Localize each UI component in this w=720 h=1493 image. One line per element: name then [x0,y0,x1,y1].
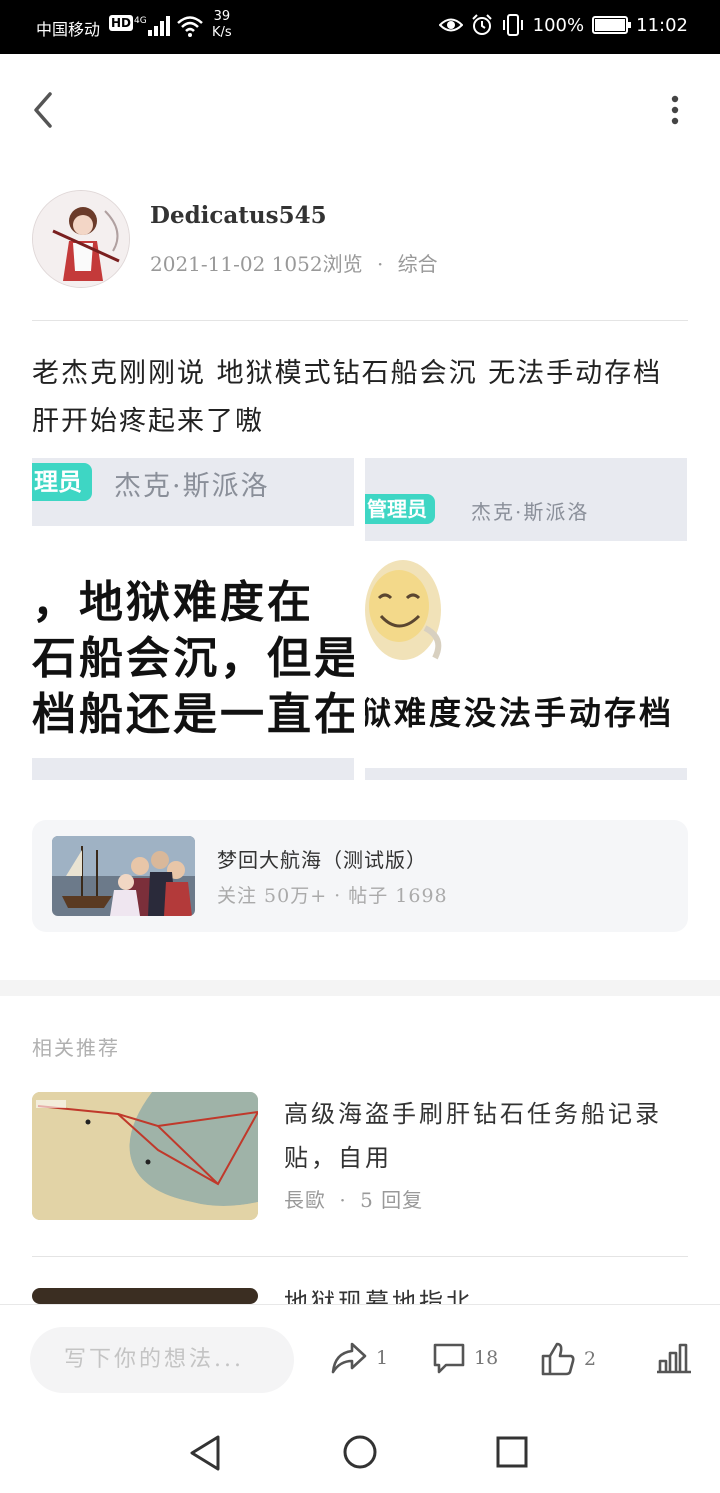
avatar[interactable] [32,190,130,288]
like-button[interactable]: 2 [540,1341,596,1377]
system-nav-bar [0,1414,720,1493]
wifi-icon [177,16,203,37]
recommend-replies: 5 回复 [360,1188,424,1212]
battery-percent: 100% [532,14,585,36]
speed-unit: K/s [212,25,232,40]
post-views: 1052浏览 [271,252,363,276]
list-item[interactable]: 地狱现墓地指北... [32,1288,688,1304]
network-speed: 39 K/s [212,9,232,41]
comment-input[interactable]: 写下你的想法... [30,1327,294,1393]
image-footer [365,768,687,780]
smiley-sticker-icon [365,560,442,660]
share-icon [331,1342,367,1374]
signal-icon: 4G [134,16,170,36]
image-header: 理员 杰克·斯派洛 [32,458,354,526]
author-name[interactable]: Dedicatus545 [150,202,327,229]
image-footer [32,758,354,780]
like-icon [541,1342,575,1376]
nav-back-icon[interactable] [188,1434,222,1472]
comment-count: 18 [474,1347,499,1369]
clock: 11:02 [636,14,688,36]
status-bar: 中国移动 HD 4G 39 K/s 100% 11:02 [0,0,720,54]
nav-home-icon[interactable] [342,1434,378,1470]
nav-recent-icon[interactable] [496,1436,528,1468]
post-image-2[interactable]: 管理员 杰克·斯派洛 狱难度没法手动存档 [365,458,687,780]
back-icon[interactable] [28,90,60,130]
image-text-line: 档船还是一直在 [32,689,354,740]
post-body: 老杰克刚刚说 地狱模式钻石船会沉 无法手动存档 肝开始疼起来了嗷 [32,358,663,437]
alarm-icon [471,14,492,35]
like-count: 2 [584,1348,597,1370]
admin-badge: 理员 [32,463,92,501]
status-right: 100% 11:02 [438,14,688,36]
share-count: 1 [376,1347,389,1369]
more-icon[interactable] [670,94,680,126]
bottom-action-bar: 写下你的想法... 1 18 2 [0,1304,720,1414]
admin-badge: 管理员 [365,494,435,524]
share-button[interactable]: 1 [330,1341,388,1375]
game-stats: 关注 50万+ · 帖子 1698 [217,885,448,907]
battery-icon [592,16,632,34]
stats-icon[interactable] [656,1341,692,1375]
related-title: 相关推荐 [32,1036,120,1060]
game-name: 梦回大航海（测试版） [217,848,427,872]
carrier-label: 中国移动 [36,20,101,39]
recommend-meta: 長歐 · 5 回复 [284,1184,423,1213]
image-text-line: ，地狱难度在 [32,577,314,628]
post-date: 2021-11-02 [150,252,266,276]
list-item[interactable]: 高级海盗手刷肝钻石任务船记录贴，自用 長歐 · 5 回复 [32,1092,688,1232]
eye-icon [438,18,463,32]
comment-button[interactable]: 18 [432,1341,498,1375]
image-text-line: 狱难度没法手动存档 [365,694,675,732]
top-bar [0,54,720,164]
game-thumbnail [52,836,195,916]
meta-separator: · [339,1188,347,1212]
admin-name: 杰克·斯派洛 [114,471,270,502]
recommend-title: 高级海盗手刷肝钻石任务船记录贴，自用 [284,1100,662,1172]
section-separator [0,980,720,996]
comment-icon [433,1343,465,1374]
game-card[interactable]: 梦回大航海（测试版） 关注 50万+ · 帖子 1698 [32,820,688,932]
speed-value: 39 [213,9,231,24]
meta-separator: · [376,252,384,276]
divider [32,320,688,321]
hd-badge: HD [109,15,134,31]
recommend-thumbnail [32,1288,258,1304]
divider [32,1256,688,1257]
image-text-line: 石船会沉，但是 [32,633,354,684]
recommend-thumbnail [32,1092,258,1220]
post-category[interactable]: 综合 [398,252,438,276]
post-meta: 2021-11-02 1052浏览 · 综合 [150,248,438,277]
recommend-author: 長歐 [284,1188,326,1212]
svg-text:4G: 4G [134,16,147,26]
admin-name: 杰克·斯派洛 [471,500,590,524]
author-header: Dedicatus545 2021-11-02 1052浏览 · 综合 [32,190,688,320]
recommend-title: 地狱现墓地指北... [284,1288,505,1304]
post-image-1[interactable]: 理员 杰克·斯派洛 ，地狱难度在 石船会沉，但是 档船还是一直在 [32,458,354,780]
vibrate-icon [502,14,523,36]
image-header: 管理员 杰克·斯派洛 [365,458,687,541]
